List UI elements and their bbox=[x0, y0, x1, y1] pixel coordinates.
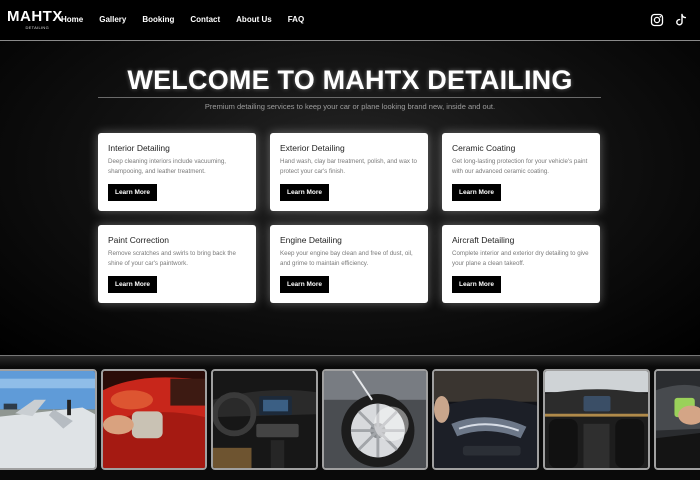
hero-section: WELCOME TO MAHTX DETAILING Premium detai… bbox=[0, 41, 700, 355]
nav-link-home[interactable]: Home bbox=[61, 15, 83, 25]
headlight-photo[interactable] bbox=[432, 369, 539, 470]
car-interior-photo[interactable] bbox=[543, 369, 650, 470]
hero-divider bbox=[98, 97, 601, 98]
service-card-description: Remove scratches and swirls to bring bac… bbox=[108, 250, 236, 267]
service-card-aircraft: Aircraft Detailing Complete interior and… bbox=[442, 225, 600, 303]
service-card-title: Exterior Detailing bbox=[280, 143, 345, 153]
service-card-exterior: Exterior Detailing Hand wash, clay bar t… bbox=[270, 133, 428, 211]
logo-text: MAHTX bbox=[7, 8, 63, 25]
interior-dashboard-photo[interactable] bbox=[211, 369, 318, 470]
top-navbar: MAHTX DETAILING Home Gallery Booking Con… bbox=[0, 0, 700, 41]
service-card-title: Engine Detailing bbox=[280, 235, 342, 245]
nav-link-about-us[interactable]: About Us bbox=[236, 15, 272, 25]
service-card-engine: Engine Detailing Keep your engine bay cl… bbox=[270, 225, 428, 303]
gallery-divider bbox=[0, 355, 700, 367]
service-card-title: Interior Detailing bbox=[108, 143, 170, 153]
nav-link-contact[interactable]: Contact bbox=[190, 15, 220, 25]
gallery-strip bbox=[0, 367, 700, 480]
learn-more-button[interactable]: Learn More bbox=[108, 276, 157, 293]
service-card-ceramic: Ceramic Coating Get long-lasting protect… bbox=[442, 133, 600, 211]
nav-links: Home Gallery Booking Contact About Us FA… bbox=[61, 15, 320, 25]
service-card-paint-correction: Paint Correction Remove scratches and sw… bbox=[98, 225, 256, 303]
service-card-description: Deep cleaning interiors include vacuumin… bbox=[108, 158, 226, 175]
detailing-photo[interactable] bbox=[654, 369, 700, 470]
polishing-photo[interactable] bbox=[101, 369, 207, 470]
nav-link-gallery[interactable]: Gallery bbox=[99, 15, 126, 25]
service-card-title: Aircraft Detailing bbox=[452, 235, 515, 245]
service-card-title: Paint Correction bbox=[108, 235, 169, 245]
service-card-description: Get long-lasting protection for your veh… bbox=[452, 158, 588, 175]
service-card-description: Complete interior and exterior dry detai… bbox=[452, 250, 589, 267]
aircraft-photo[interactable] bbox=[0, 369, 97, 470]
learn-more-button[interactable]: Learn More bbox=[280, 276, 329, 293]
logo-subtext: DETAILING bbox=[25, 25, 49, 30]
hero-title: WELCOME TO MAHTX DETAILING bbox=[127, 65, 573, 95]
service-card-title: Ceramic Coating bbox=[452, 143, 516, 153]
logo[interactable]: MAHTX DETAILING bbox=[7, 9, 62, 31]
tiktok-icon[interactable] bbox=[674, 13, 688, 27]
social-icons bbox=[650, 13, 688, 27]
learn-more-button[interactable]: Learn More bbox=[108, 184, 157, 201]
wheel-washing-photo[interactable] bbox=[322, 369, 428, 470]
service-card-interior: Interior Detailing Deep cleaning interio… bbox=[98, 133, 256, 211]
instagram-icon[interactable] bbox=[650, 13, 664, 27]
learn-more-button[interactable]: Learn More bbox=[452, 184, 501, 201]
nav-link-faq[interactable]: FAQ bbox=[288, 15, 304, 25]
service-card-description: Hand wash, clay bar treatment, polish, a… bbox=[280, 158, 417, 175]
hero-subtitle: Premium detailing services to keep your … bbox=[204, 102, 496, 111]
learn-more-button[interactable]: Learn More bbox=[280, 184, 329, 201]
nav-link-booking[interactable]: Booking bbox=[142, 15, 174, 25]
learn-more-button[interactable]: Learn More bbox=[452, 276, 501, 293]
service-card-description: Keep your engine bay clean and free of d… bbox=[280, 250, 413, 267]
